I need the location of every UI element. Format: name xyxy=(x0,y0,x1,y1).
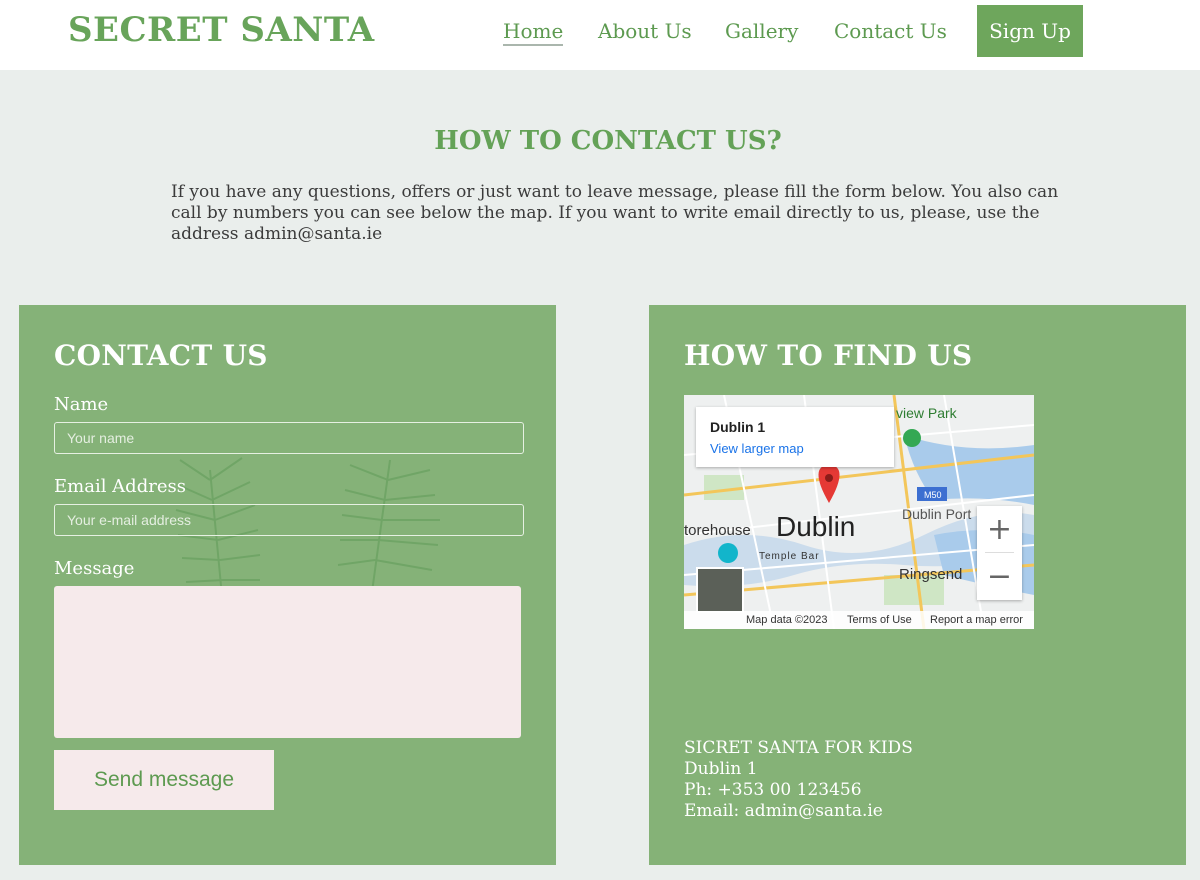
embedded-map[interactable]: M50 Dublin 1 View larger map Dublin Temp… xyxy=(684,395,1034,629)
contact-form-panel: CONTACT US Name Email Address Message Se… xyxy=(19,305,556,865)
email-input[interactable] xyxy=(54,504,524,536)
navbar: SECRET SANTA Home About Us Gallery Conta… xyxy=(0,0,1200,70)
svg-text:M50: M50 xyxy=(924,490,942,500)
send-message-button[interactable]: Send message xyxy=(54,750,274,810)
map-label-ringsend: Ringsend xyxy=(899,566,963,583)
map-label-storehouse: torehouse xyxy=(684,522,751,539)
view-larger-map-link[interactable]: View larger map xyxy=(710,441,804,456)
message-label: Message xyxy=(54,558,135,579)
map-footer: Map data ©2023 Terms of Use Report a map… xyxy=(684,611,1034,629)
zoom-out-button[interactable]: − xyxy=(977,553,1022,599)
intro-text: If you have any questions, offers or jus… xyxy=(171,182,1059,244)
map-info-box: Dublin 1 View larger map xyxy=(696,407,894,467)
signup-button[interactable]: Sign Up xyxy=(977,5,1083,57)
map-label-temple-bar: Temple Bar xyxy=(759,551,820,562)
nav-contact[interactable]: Contact Us xyxy=(834,19,947,43)
zoom-in-button[interactable]: + xyxy=(977,506,1022,552)
message-textarea[interactable] xyxy=(54,586,521,738)
contact-form-title: CONTACT US xyxy=(54,339,268,372)
address-email: Email: admin@santa.ie xyxy=(684,801,883,821)
name-label: Name xyxy=(54,394,109,415)
page-title: HOW TO CONTACT US? xyxy=(434,126,782,156)
address-line-2: Dublin 1 xyxy=(684,759,758,779)
map-label-park: view Park xyxy=(896,405,957,421)
map-city-label: Dublin xyxy=(776,511,856,542)
nav-about[interactable]: About Us xyxy=(598,19,692,43)
find-us-panel: HOW TO FIND US M50 Dublin 1 View larger … xyxy=(649,305,1186,865)
map-report-link[interactable]: Report a map error xyxy=(930,614,1023,626)
nav-gallery[interactable]: Gallery xyxy=(725,19,798,43)
contact-address: SICRET SANTA FOR KIDS Dublin 1 Ph: +353 … xyxy=(684,738,913,822)
map-label-dublin-port: Dublin Port xyxy=(902,506,972,522)
brand-logo[interactable]: SECRET SANTA xyxy=(68,10,375,50)
address-line-1: SICRET SANTA FOR KIDS xyxy=(684,738,913,758)
map-place-name: Dublin 1 xyxy=(710,419,766,435)
satellite-toggle[interactable] xyxy=(696,567,744,613)
map-terms-link[interactable]: Terms of Use xyxy=(847,614,912,626)
name-input[interactable] xyxy=(54,422,524,454)
find-us-title: HOW TO FIND US xyxy=(684,339,973,372)
map-zoom-control: + − xyxy=(977,506,1022,600)
address-phone: Ph: +353 00 123456 xyxy=(684,780,862,800)
map-data-credit: Map data ©2023 xyxy=(746,614,828,626)
nav-home[interactable]: Home xyxy=(503,19,564,46)
email-label: Email Address xyxy=(54,476,186,497)
